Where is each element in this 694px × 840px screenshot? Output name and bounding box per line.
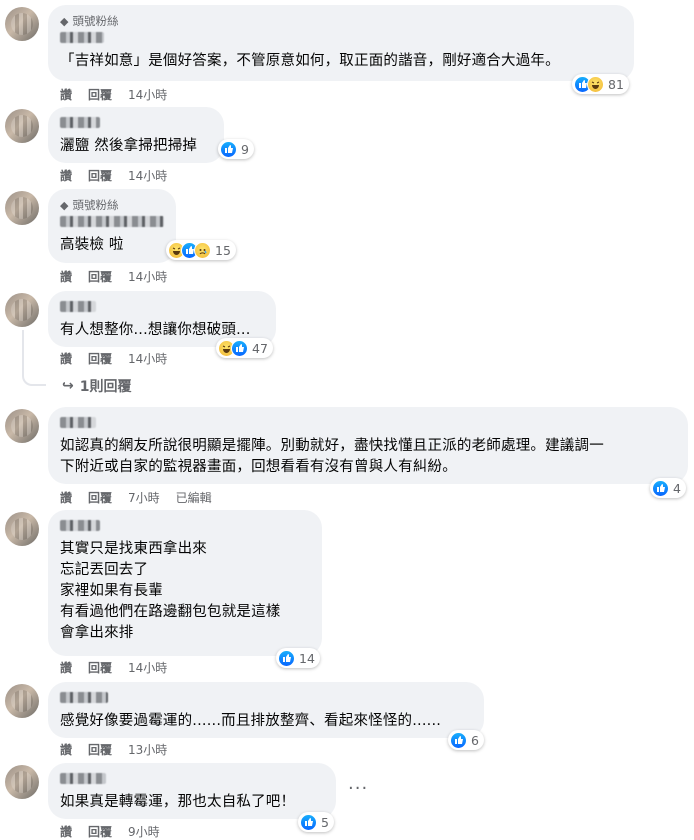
- comment-bubble: ◆ 頭號粉絲 高裝檢 啦: [48, 189, 176, 263]
- comment-bubble: ◆ 頭號粉絲 「吉祥如意」是個好答案，不管原意如何，取正面的諧音，剛好適合大過年。: [48, 5, 634, 81]
- reply-arrow-icon: ↪: [62, 378, 74, 394]
- diamond-icon: ◆: [60, 198, 69, 212]
- timestamp[interactable]: 14小時: [128, 167, 167, 184]
- reply-button[interactable]: 回覆: [88, 659, 112, 676]
- reply-button[interactable]: 回覆: [88, 86, 112, 103]
- comment-actions: 讚 回覆 14小時: [60, 167, 167, 184]
- like-icon: [300, 813, 317, 831]
- top-fan-badge: ◆ 頭號粉絲: [60, 197, 164, 213]
- like-button[interactable]: 讚: [60, 86, 72, 103]
- like-icon: [278, 649, 295, 667]
- comment-actions: 讚 回覆 9小時: [60, 823, 160, 840]
- blurred-author-name[interactable]: [60, 773, 106, 784]
- blurred-author-name[interactable]: [60, 32, 104, 43]
- comment-text: 其實只是找東西拿出來 忘記丟回去了 家裡如果有長輩 有看過他們在路邊翻包包就是這…: [60, 541, 281, 641]
- reactions-summary[interactable]: 81: [572, 74, 629, 94]
- avatar[interactable]: [5, 512, 39, 546]
- reply-button[interactable]: 回覆: [88, 489, 112, 506]
- reaction-count: 47: [252, 340, 268, 356]
- reaction-count: 14: [299, 650, 315, 666]
- haha-icon: [587, 75, 604, 93]
- blurred-author-name[interactable]: [60, 692, 108, 703]
- reply-button[interactable]: 回覆: [88, 268, 112, 285]
- reaction-count: 15: [215, 242, 231, 258]
- timestamp[interactable]: 13小時: [128, 741, 167, 758]
- badge-label: 頭號粉絲: [72, 14, 119, 28]
- like-button[interactable]: 讚: [60, 823, 72, 840]
- avatar[interactable]: [5, 684, 39, 718]
- sad-icon: [194, 241, 211, 259]
- reply-button[interactable]: 回覆: [88, 350, 112, 367]
- comment-actions: 讚 回覆 14小時: [60, 350, 167, 367]
- timestamp[interactable]: 14小時: [128, 86, 167, 103]
- timestamp[interactable]: 14小時: [128, 659, 167, 676]
- like-icon: [652, 479, 669, 497]
- like-icon: [231, 339, 248, 357]
- badge-label: 頭號粉絲: [72, 198, 119, 212]
- replies-count-label: 1則回覆: [79, 379, 132, 395]
- edited-label[interactable]: 已編輯: [176, 489, 212, 506]
- comment-text: 感覺好像要過霉運的......而且排放整齊、看起來怪怪的......: [60, 713, 442, 729]
- comment-actions: 讚 回覆 7小時 已編輯: [60, 489, 212, 506]
- comment-actions: 讚 回覆 14小時: [60, 268, 167, 285]
- thread-connector: [22, 330, 46, 386]
- comment-actions: 讚 回覆 14小時: [60, 659, 167, 676]
- comment-actions: 讚 回覆 14小時: [60, 86, 167, 103]
- top-fan-badge: ◆ 頭號粉絲: [60, 13, 622, 29]
- avatar[interactable]: [5, 293, 39, 327]
- avatar[interactable]: [5, 409, 39, 443]
- comment-bubble: 灑鹽 然後拿掃把掃掉: [48, 107, 224, 163]
- reactions-summary[interactable]: 9: [218, 139, 254, 159]
- like-button[interactable]: 讚: [60, 350, 72, 367]
- reactions-summary[interactable]: 4: [650, 478, 686, 498]
- blurred-author-name[interactable]: [60, 520, 100, 531]
- reactions-summary[interactable]: 47: [216, 338, 273, 358]
- reaction-count: 9: [241, 141, 249, 157]
- comment-bubble: 如認真的網友所說很明顯是擺陣。別動就好，盡快找懂且正派的老師處理。建議調一 下附…: [48, 407, 688, 484]
- avatar[interactable]: [5, 7, 39, 41]
- blurred-author-name[interactable]: [60, 301, 96, 312]
- avatar[interactable]: [5, 109, 39, 143]
- comment-text: 如果真是轉霉運，那也太自私了吧！: [60, 794, 296, 810]
- comment-text: 「吉祥如意」是個好答案，不管原意如何，取正面的諧音，剛好適合大過年。: [60, 53, 560, 69]
- comment-actions: 讚 回覆 13小時: [60, 741, 167, 758]
- timestamp[interactable]: 9小時: [128, 823, 160, 840]
- like-button[interactable]: 讚: [60, 167, 72, 184]
- like-button[interactable]: 讚: [60, 659, 72, 676]
- reactions-summary[interactable]: 5: [298, 812, 334, 832]
- diamond-icon: ◆: [60, 14, 69, 28]
- reactions-summary[interactable]: 6: [448, 730, 484, 750]
- comment-bubble: 如果真是轉霉運，那也太自私了吧！: [48, 763, 336, 819]
- comment-text: 灑鹽 然後拿掃把掃掉: [60, 138, 198, 154]
- blurred-author-name[interactable]: [60, 216, 164, 227]
- reaction-count: 81: [608, 76, 624, 92]
- blurred-author-name[interactable]: [60, 417, 96, 428]
- like-icon: [450, 731, 467, 749]
- reactions-summary[interactable]: 15: [166, 240, 236, 260]
- reactions-summary[interactable]: 14: [276, 648, 320, 668]
- like-button[interactable]: 讚: [60, 268, 72, 285]
- reaction-count: 6: [471, 732, 479, 748]
- comment-bubble: 其實只是找東西拿出來 忘記丟回去了 家裡如果有長輩 有看過他們在路邊翻包包就是這…: [48, 510, 322, 656]
- like-button[interactable]: 讚: [60, 741, 72, 758]
- comment-text: 高裝檢 啦: [60, 237, 124, 253]
- reply-button[interactable]: 回覆: [88, 167, 112, 184]
- reply-button[interactable]: 回覆: [88, 741, 112, 758]
- like-button[interactable]: 讚: [60, 489, 72, 506]
- comment-bubble: 感覺好像要過霉運的......而且排放整齊、看起來怪怪的......: [48, 682, 484, 738]
- view-replies-link[interactable]: ↪ 1則回覆: [62, 376, 131, 396]
- reaction-count: 5: [321, 814, 329, 830]
- more-options-icon[interactable]: ···: [348, 778, 368, 799]
- blurred-author-name[interactable]: [60, 117, 100, 128]
- timestamp[interactable]: 14小時: [128, 350, 167, 367]
- timestamp[interactable]: 7小時: [128, 489, 160, 506]
- reaction-count: 4: [673, 480, 681, 496]
- avatar[interactable]: [5, 191, 39, 225]
- like-icon: [220, 140, 237, 158]
- avatar[interactable]: [5, 765, 39, 799]
- comment-text: 如認真的網友所說很明顯是擺陣。別動就好，盡快找懂且正派的老師處理。建議調一 下附…: [60, 438, 604, 475]
- timestamp[interactable]: 14小時: [128, 268, 167, 285]
- reply-button[interactable]: 回覆: [88, 823, 112, 840]
